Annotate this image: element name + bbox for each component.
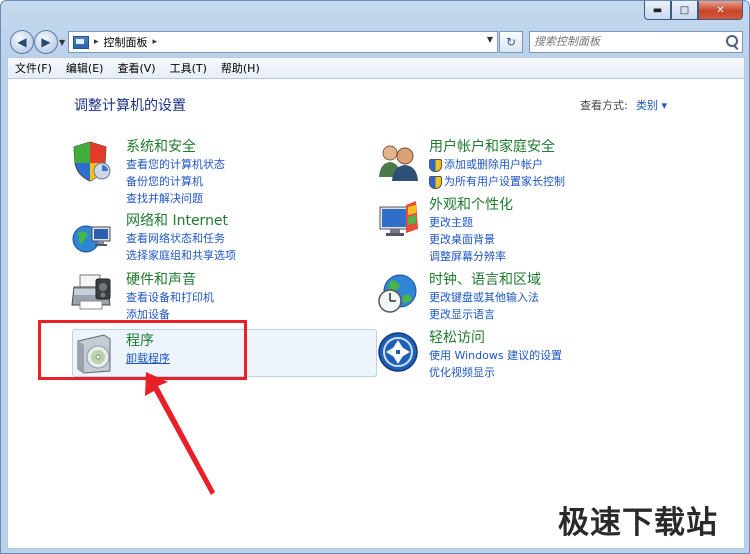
- annotation-arrow: [145, 372, 215, 495]
- watermark-text: 极速下载站: [558, 505, 718, 541]
